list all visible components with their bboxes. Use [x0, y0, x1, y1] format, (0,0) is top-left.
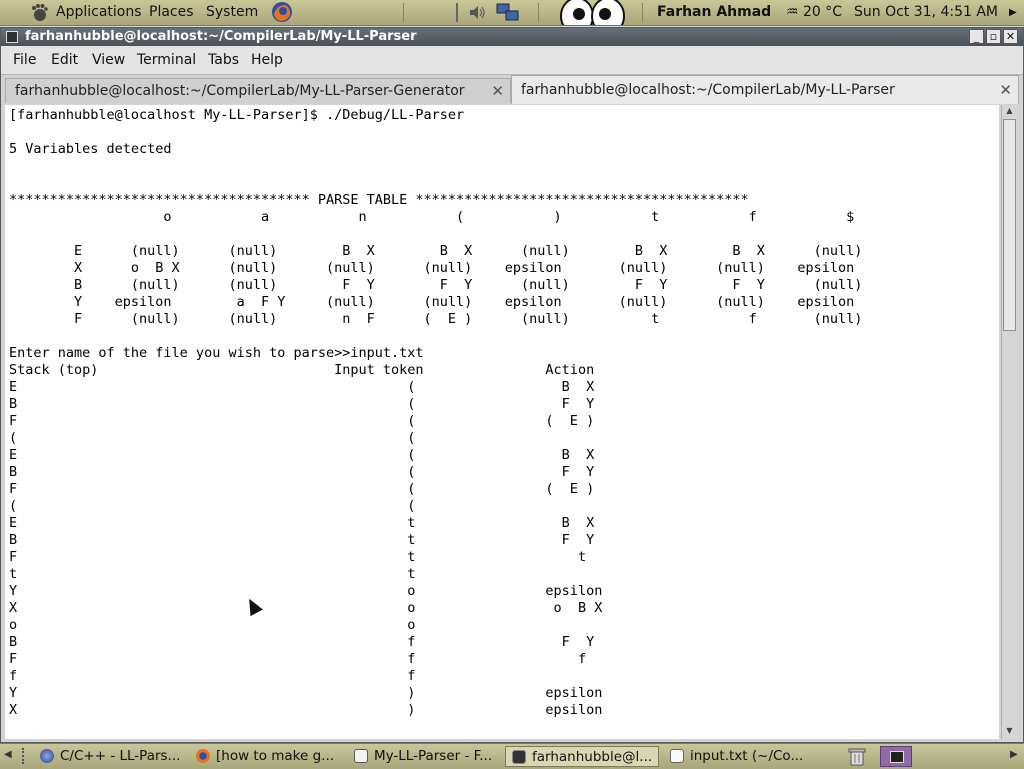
panel-handle[interactable] [456, 3, 458, 22]
tab-label: farhanhubble@localhost:~/CompilerLab/My-… [15, 83, 465, 99]
menu-tabs[interactable]: Tabs [208, 52, 239, 68]
scroll-down-icon[interactable]: ▼ [1003, 726, 1016, 738]
scrollbar-thumb[interactable] [1003, 119, 1016, 331]
file-manager-icon [354, 749, 368, 763]
network-icon[interactable] [496, 2, 520, 23]
taskbar-item-eclipse[interactable]: C/C++ - LL-Pars... [34, 746, 186, 767]
menu-file[interactable]: File [13, 52, 36, 68]
panel-handle[interactable] [22, 748, 27, 764]
window-title: farhanhubble@localhost:~/CompilerLab/My-… [25, 29, 417, 44]
tab-label: farhanhubble@localhost:~/CompilerLab/My-… [521, 82, 895, 98]
terminal-icon[interactable] [6, 31, 18, 43]
close-tab-icon[interactable]: ✕ [999, 81, 1012, 99]
taskbar-item-terminal[interactable]: farhanhubble@l... [505, 746, 659, 767]
trash-icon[interactable] [848, 747, 866, 766]
taskbar-item-label: farhanhubble@l... [532, 749, 653, 765]
menu-terminal[interactable]: Terminal [137, 52, 196, 68]
weather-icon[interactable]: ♒ [786, 4, 799, 20]
minimize-button[interactable]: _ [969, 29, 984, 44]
gnome-foot-icon[interactable] [30, 3, 48, 22]
panel-separator [538, 3, 539, 22]
tab-bar: farhanhubble@localhost:~/CompilerLab/My-… [1, 75, 1023, 104]
window-titlebar[interactable]: farhanhubble@localhost:~/CompilerLab/My-… [1, 28, 1023, 46]
tab-ll-parser[interactable]: farhanhubble@localhost:~/CompilerLab/My-… [511, 75, 1019, 104]
taskbar-item-label: input.txt (~/Co... [690, 748, 804, 764]
menu-view[interactable]: View [92, 52, 125, 68]
taskbar-item-label: My-LL-Parser - F... [374, 748, 493, 764]
taskbar-item-label: [how to make g... [216, 748, 335, 764]
taskbar-item-firefox[interactable]: [how to make g... [190, 746, 342, 767]
taskbar-item-file-manager[interactable]: My-LL-Parser - F... [348, 746, 500, 767]
menu-edit[interactable]: Edit [51, 52, 78, 68]
scroll-up-icon[interactable]: ▲ [1003, 106, 1016, 118]
firefox-icon [196, 749, 210, 763]
bottom-panel: ◀ C/C++ - LL-Pars... [how to make g... M… [0, 743, 1024, 769]
weather-temperature[interactable]: 20 °C [803, 4, 842, 20]
eyes-applet-icon [560, 0, 625, 25]
panel-left-arrow-icon[interactable]: ◀ [4, 749, 12, 760]
menubar: File Edit View Terminal Tabs Help [1, 46, 1023, 75]
terminal-window: farhanhubble@localhost:~/CompilerLab/My-… [0, 27, 1024, 743]
close-button[interactable]: ✕ [1003, 29, 1018, 44]
top-panel: Applications Places System Farhan Ahmad … [0, 0, 1024, 26]
places-menu[interactable]: Places [149, 4, 194, 20]
eclipse-icon [40, 749, 54, 763]
terminal-output[interactable]: [farhanhubble@localhost My-LL-Parser]$ .… [5, 105, 999, 739]
user-name[interactable]: Farhan Ahmad [657, 4, 771, 20]
volume-icon[interactable] [468, 4, 488, 21]
system-menu[interactable]: System [206, 4, 258, 20]
text-editor-icon [670, 749, 684, 763]
clock[interactable]: Sun Oct 31, 4:51 AM [854, 4, 998, 20]
firefox-launcher-icon[interactable] [271, 1, 293, 23]
workspace-window-icon [890, 751, 904, 763]
vertical-scrollbar[interactable]: ▲ ▼ [1001, 105, 1018, 739]
panel-separator [642, 3, 643, 22]
panel-right-arrow-icon[interactable]: ▶ [1009, 7, 1017, 18]
taskbar-item-text-editor[interactable]: input.txt (~/Co... [664, 746, 816, 767]
terminal-icon [512, 750, 526, 764]
terminal-text: [farhanhubble@localhost My-LL-Parser]$ .… [9, 107, 863, 718]
menu-help[interactable]: Help [251, 52, 283, 68]
maximize-button[interactable]: ▫ [986, 29, 1001, 44]
panel-right-arrow-icon[interactable]: ▶ [1010, 749, 1018, 760]
workspace-switcher[interactable] [880, 746, 912, 767]
tab-ll-parser-generator[interactable]: farhanhubble@localhost:~/CompilerLab/My-… [5, 78, 511, 103]
close-tab-icon[interactable]: ✕ [491, 82, 504, 100]
applications-menu[interactable]: Applications [56, 4, 142, 20]
panel-separator [403, 3, 404, 22]
taskbar-item-label: C/C++ - LL-Pars... [60, 748, 181, 764]
